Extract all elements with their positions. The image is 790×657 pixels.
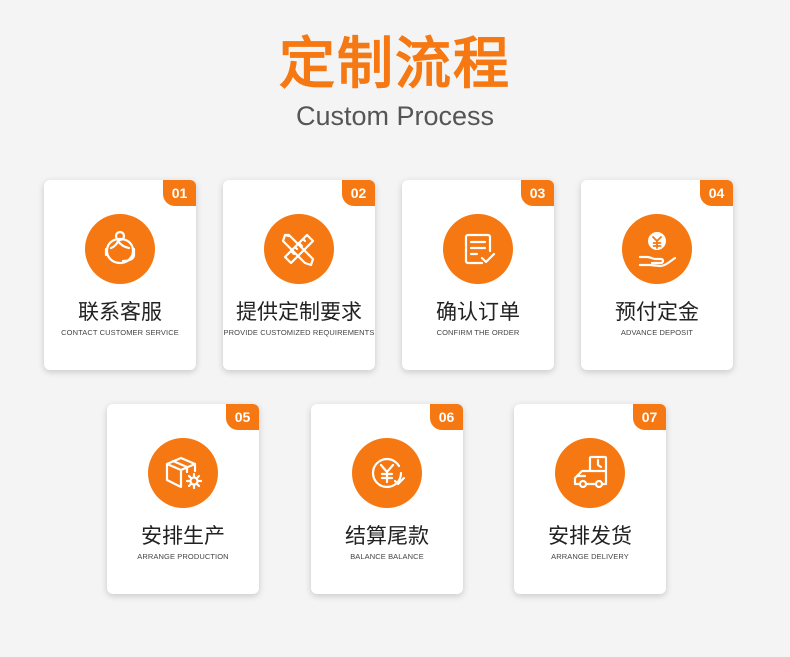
step-number-badge: 06 xyxy=(430,404,463,430)
step-subtitle: ARRANGE PRODUCTION xyxy=(137,552,229,561)
deposit-icon xyxy=(638,232,677,268)
step-icon-circle xyxy=(85,214,155,284)
page-title: 定制流程 xyxy=(279,32,511,97)
step-icon-circle xyxy=(443,214,513,284)
step-card-2: 02 提供定制要求 PROVIDE CUSTOMIZED REQUIREMENT… xyxy=(223,180,375,370)
step-subtitle: ADVANCE DEPOSIT xyxy=(620,328,694,337)
step-title: 结算尾款 xyxy=(345,524,429,548)
step-subtitle: CONTACT CUSTOMER SERVICE xyxy=(61,328,179,337)
customer-service-icon xyxy=(104,230,136,265)
step-subtitle: ARRANGE DELIVERY xyxy=(551,552,629,561)
step-number-badge: 03 xyxy=(521,180,554,206)
step-card-7: 07 安排发货 ARRANGE DELIVERY xyxy=(514,404,666,594)
step-title: 确认订单 xyxy=(436,300,520,324)
step-subtitle: CONFIRM THE ORDER xyxy=(436,328,520,337)
step-icon-circle xyxy=(622,214,692,284)
step-icon-circle xyxy=(555,438,625,508)
yuan-check-icon xyxy=(371,457,406,489)
step-icon-circle xyxy=(264,214,334,284)
step-card-3: 03 确认订单 CONFIRM THE ORDER xyxy=(402,180,554,370)
step-card-5: 05 安排生产 ARRANGE PRODUCTION xyxy=(107,404,259,594)
step-title: 联系客服 xyxy=(78,300,162,324)
step-card-1: 01 联系客服 CONTACT CUSTOMER SERVICE xyxy=(44,180,196,370)
step-title: 安排生产 xyxy=(141,524,225,548)
step-icon-circle xyxy=(148,438,218,508)
step-card-4: 04 预付定金 ADVANCE DEPOSIT xyxy=(581,180,733,370)
step-subtitle: PROVIDE CUSTOMIZED REQUIREMENTS xyxy=(223,328,375,337)
step-card-6: 06 结算尾款 BALANCE BALANCE xyxy=(311,404,463,594)
delivery-truck-icon xyxy=(573,455,608,489)
step-number-badge: 01 xyxy=(163,180,196,206)
step-number-badge: 05 xyxy=(226,404,259,430)
step-icon-circle xyxy=(352,438,422,508)
step-number-badge: 02 xyxy=(342,180,375,206)
box-gear-icon xyxy=(165,456,203,490)
pencil-ruler-icon xyxy=(281,233,315,267)
step-title: 安排发货 xyxy=(548,524,632,548)
step-number-badge: 04 xyxy=(700,180,733,206)
step-title: 预付定金 xyxy=(615,300,699,324)
step-number-badge: 07 xyxy=(633,404,666,430)
step-subtitle: BALANCE BALANCE xyxy=(350,552,424,561)
order-check-icon xyxy=(464,233,496,265)
page-subtitle: Custom Process xyxy=(295,101,495,131)
step-title: 提供定制要求 xyxy=(236,300,362,324)
